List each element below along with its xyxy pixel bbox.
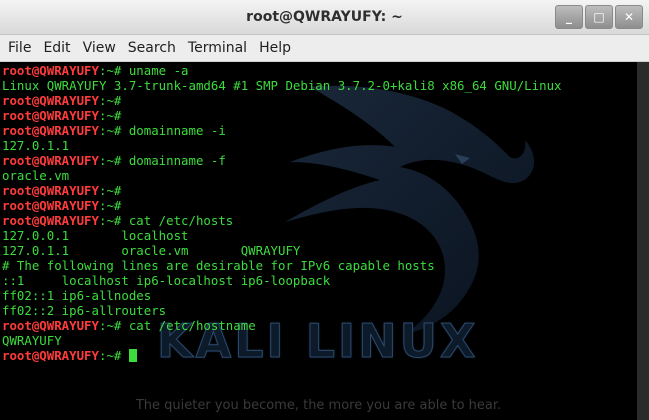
menu-terminal[interactable]: Terminal [182, 40, 253, 56]
command-text [121, 348, 128, 363]
prompt-user: root@QWRAYUFY [2, 318, 99, 333]
prompt-path: :~# [98, 123, 122, 138]
prompt-user: root@QWRAYUFY [2, 108, 99, 123]
menu-file[interactable]: File [2, 40, 37, 56]
prompt-line: root@QWRAYUFY:~# [2, 183, 637, 198]
output-line: 127.0.1.1 oracle.vm QWRAYUFY [2, 243, 301, 258]
output-line: 127.0.0.1 localhost [2, 228, 189, 243]
prompt-path: :~# [98, 213, 122, 228]
output-line: ff02::2 ip6-allrouters [2, 303, 167, 318]
window-title: root@QWRAYUFY: ~ [246, 9, 403, 25]
command-text: domainname -i [121, 123, 226, 138]
prompt-line: root@QWRAYUFY:~# [2, 108, 637, 123]
terminal-output: root@QWRAYUFY:~# uname -a Linux QWRAYUFY … [2, 63, 637, 363]
prompt-line: root@QWRAYUFY:~# uname -a [2, 63, 637, 78]
prompt-path: :~# [98, 198, 122, 213]
prompt-user: root@QWRAYUFY [2, 63, 99, 78]
window-titlebar[interactable]: root@QWRAYUFY: ~ _ □ ✕ [0, 0, 649, 35]
text-cursor [128, 349, 137, 362]
output-line: QWRAYUFY [2, 333, 62, 348]
terminal-area[interactable]: KALI LINUX The quieter you become, the m… [0, 62, 637, 420]
prompt-line: root@QWRAYUFY:~# [2, 348, 637, 363]
prompt-path: :~# [98, 93, 122, 108]
prompt-line: root@QWRAYUFY:~# cat /etc/hosts [2, 213, 637, 228]
minimize-button[interactable]: _ [555, 5, 583, 29]
prompt-line: root@QWRAYUFY:~# [2, 198, 637, 213]
prompt-path: :~# [98, 183, 122, 198]
prompt-user: root@QWRAYUFY [2, 153, 99, 168]
prompt-line: root@QWRAYUFY:~# domainname -f [2, 153, 637, 168]
prompt-line: root@QWRAYUFY:~# cat /etc/hostname [2, 318, 637, 333]
menu-edit[interactable]: Edit [37, 40, 76, 56]
prompt-path: :~# [98, 318, 122, 333]
prompt-user: root@QWRAYUFY [2, 123, 99, 138]
prompt-path: :~# [98, 348, 122, 363]
prompt-path: :~# [98, 153, 122, 168]
prompt-path: :~# [98, 108, 122, 123]
menu-help[interactable]: Help [253, 40, 297, 56]
close-button[interactable]: ✕ [615, 5, 643, 29]
output-line: # The following lines are desirable for … [2, 258, 435, 273]
command-text: cat /etc/hostname [121, 318, 256, 333]
window-controls: _ □ ✕ [553, 5, 643, 29]
menu-search[interactable]: Search [122, 40, 182, 56]
terminal-scrollbar[interactable] [637, 62, 649, 420]
command-text: cat /etc/hosts [121, 213, 234, 228]
output-line: 127.0.1.1 [2, 138, 70, 153]
command-text: domainname -f [121, 153, 226, 168]
prompt-path: :~# [98, 63, 122, 78]
prompt-user: root@QWRAYUFY [2, 93, 99, 108]
prompt-line: root@QWRAYUFY:~# domainname -i [2, 123, 637, 138]
output-line: oracle.vm [2, 168, 70, 183]
output-line: ff02::1 ip6-allnodes [2, 288, 152, 303]
menu-bar: File Edit View Search Terminal Help [0, 35, 649, 62]
menu-view[interactable]: View [77, 40, 122, 56]
maximize-button[interactable]: □ [585, 5, 613, 29]
command-text: uname -a [121, 63, 189, 78]
output-line: ::1 localhost ip6-localhost ip6-loopback [2, 273, 331, 288]
prompt-user: root@QWRAYUFY [2, 213, 99, 228]
prompt-line: root@QWRAYUFY:~# [2, 93, 637, 108]
output-line: Linux QWRAYUFY 3.7-trunk-amd64 #1 SMP De… [2, 78, 562, 93]
kali-tagline: The quieter you become, the more you are… [135, 398, 502, 413]
prompt-user: root@QWRAYUFY [2, 198, 99, 213]
prompt-user: root@QWRAYUFY [2, 183, 99, 198]
prompt-user: root@QWRAYUFY [2, 348, 99, 363]
